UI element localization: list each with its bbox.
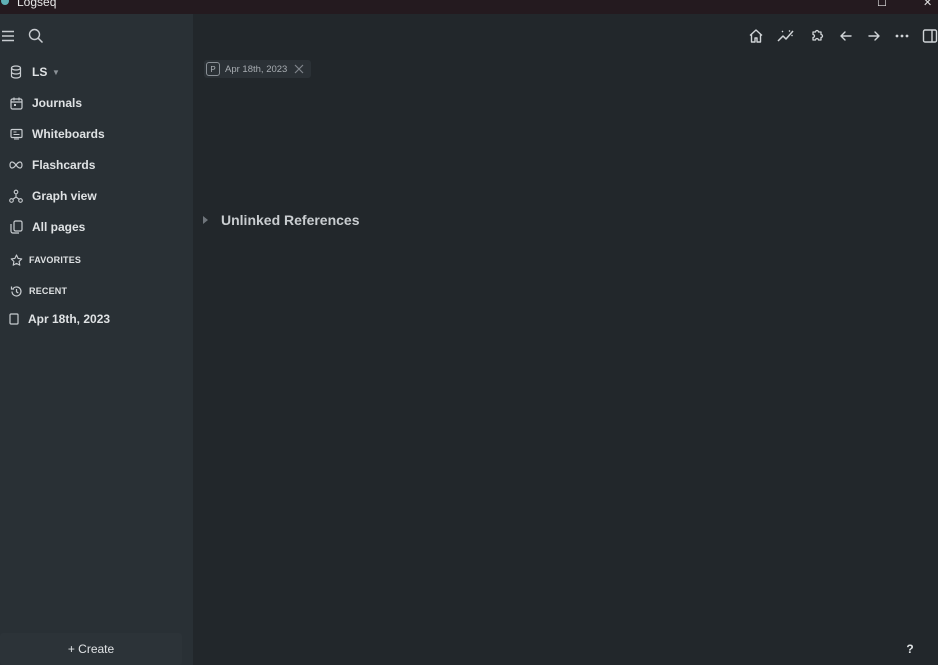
favorites-label: FAVORITES xyxy=(29,255,82,265)
recent-section-header[interactable]: RECENT xyxy=(0,278,193,304)
sidebar-item-label: Journals xyxy=(32,96,83,110)
sidebar-item-graph-view[interactable]: Graph view xyxy=(0,183,193,209)
left-sidebar: LS ▼ Journals Whiteboards Flashcards Gra… xyxy=(0,14,193,665)
whiteboard-icon xyxy=(9,127,23,141)
page-icon xyxy=(7,312,21,326)
close-window-button[interactable]: ✕ xyxy=(923,0,932,9)
title-bar: Logseq ☐ ✕ xyxy=(0,0,938,14)
unlinked-references-label: Unlinked References xyxy=(221,212,360,228)
recent-page-label: Apr 18th, 2023 xyxy=(28,312,111,326)
sidebar-item-journals[interactable]: Journals xyxy=(0,90,193,116)
page-tag-label: Apr 18th, 2023 xyxy=(225,63,288,75)
sidebar-item-label: Graph view xyxy=(32,189,97,203)
create-button[interactable]: + Create xyxy=(0,633,182,665)
sidebar-toggle-icon xyxy=(922,29,938,43)
sidebar-item-label: Whiteboards xyxy=(32,127,105,141)
arrow-left-icon xyxy=(840,31,852,41)
pages-icon xyxy=(9,220,23,234)
menu-icon[interactable] xyxy=(1,28,17,44)
unlinked-references-toggle[interactable]: Unlinked References xyxy=(201,212,360,228)
page-badge-icon: P xyxy=(206,62,220,76)
recent-page-item[interactable]: Apr 18th, 2023 xyxy=(0,306,193,332)
puzzle-icon xyxy=(812,29,824,41)
database-icon xyxy=(9,65,23,79)
maximize-button[interactable]: ☐ xyxy=(877,0,887,9)
caret-right-icon xyxy=(201,215,211,225)
help-button[interactable]: ? xyxy=(896,636,924,662)
forward-button[interactable] xyxy=(864,26,884,46)
help-label: ? xyxy=(906,642,914,656)
right-sidebar-toggle[interactable] xyxy=(920,26,938,46)
history-icon xyxy=(9,284,23,298)
more-button[interactable] xyxy=(892,26,912,46)
chart-button[interactable] xyxy=(776,26,796,46)
home-button[interactable] xyxy=(746,26,766,46)
graph-name: LS xyxy=(32,65,48,79)
graph-selector[interactable]: LS ▼ xyxy=(0,59,193,85)
calendar-icon xyxy=(9,96,23,110)
sidebar-item-all-pages[interactable]: All pages xyxy=(0,214,193,240)
back-button[interactable] xyxy=(836,26,856,46)
create-button-label: + Create xyxy=(67,642,115,656)
page-tag[interactable]: P Apr 18th, 2023 xyxy=(204,60,312,78)
plugins-button[interactable] xyxy=(807,26,827,46)
window-title: Logseq xyxy=(17,0,57,9)
search-icon[interactable] xyxy=(28,28,44,44)
arrow-right-icon xyxy=(868,31,880,41)
graph-icon xyxy=(9,189,23,203)
chart-icon xyxy=(777,30,794,42)
recent-label: RECENT xyxy=(29,286,68,296)
logseq-logo-icon xyxy=(1,0,9,5)
chevron-down-icon: ▼ xyxy=(52,67,60,77)
sidebar-item-flashcards[interactable]: Flashcards xyxy=(0,152,193,178)
infinity-icon xyxy=(9,158,23,172)
sidebar-item-whiteboards[interactable]: Whiteboards xyxy=(0,121,193,147)
app-window: Logseq ☐ ✕ LS ▼ Journals Whiteboards Fla… xyxy=(0,0,938,665)
close-icon[interactable] xyxy=(293,63,305,75)
more-icon xyxy=(895,34,909,38)
home-icon xyxy=(749,29,763,43)
favorites-section-header[interactable]: FAVORITES xyxy=(0,247,193,273)
main-content: P Apr 18th, 2023 Unlinked References ? xyxy=(193,14,938,665)
sidebar-item-label: All pages xyxy=(32,220,86,234)
sidebar-item-label: Flashcards xyxy=(32,158,96,172)
star-icon xyxy=(9,253,23,267)
